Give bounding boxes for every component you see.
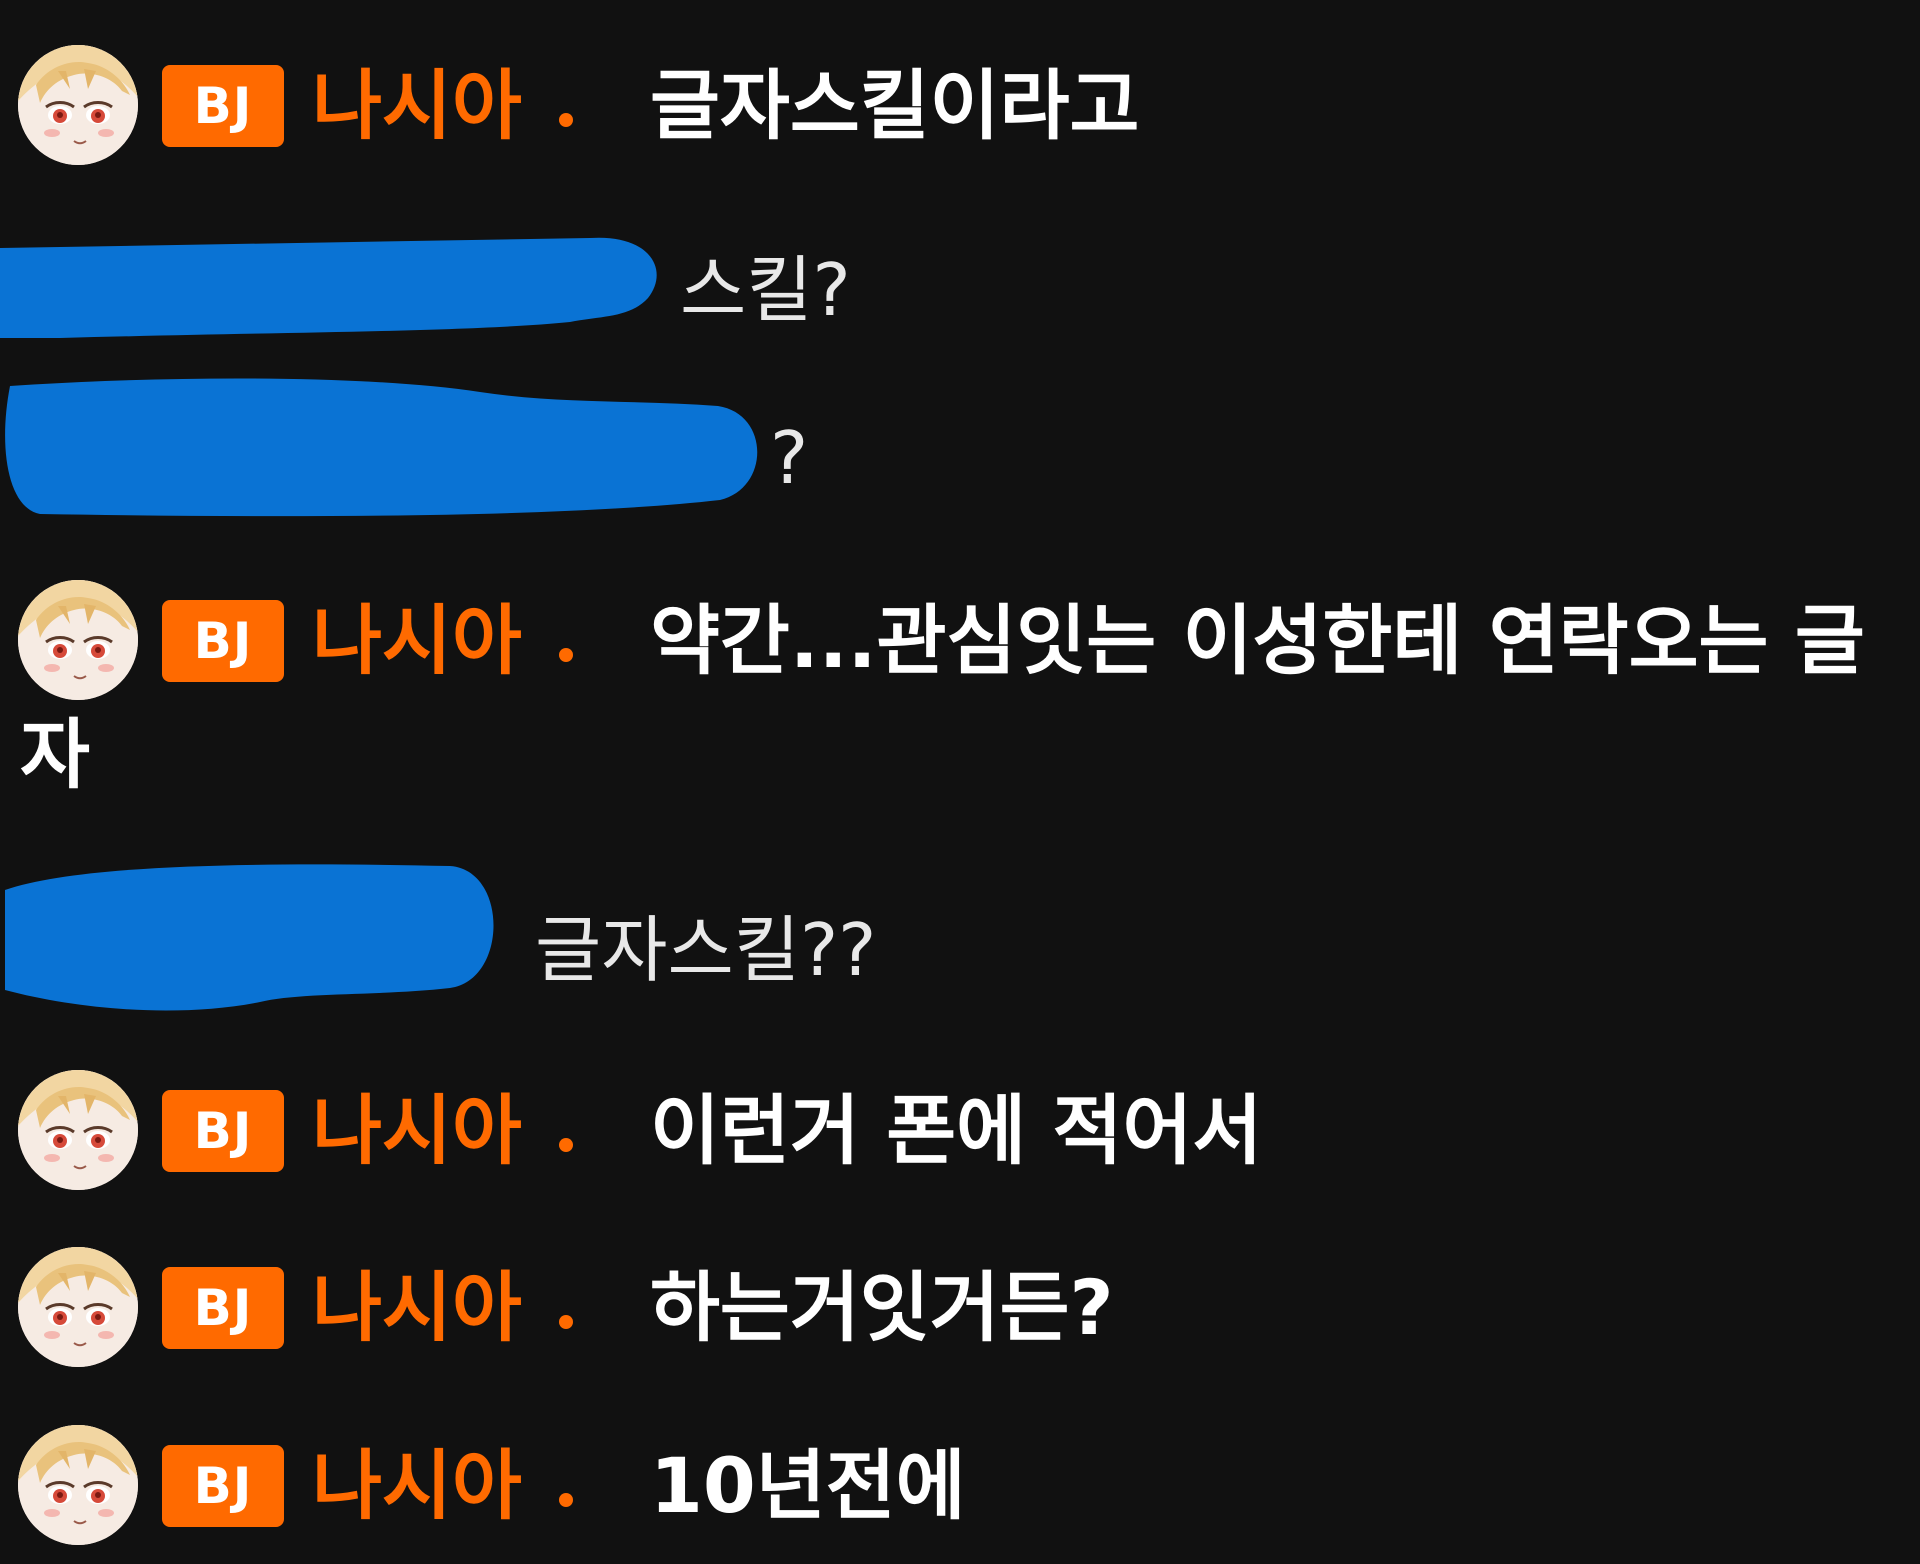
bj-badge: BJ bbox=[162, 1267, 284, 1349]
message-text: 10년전에 bbox=[650, 1441, 966, 1530]
message-text: 글자스킬?? bbox=[535, 908, 877, 992]
chat-message: 글자스킬?? bbox=[0, 860, 1920, 1020]
message-text: 스킬? bbox=[680, 248, 851, 332]
redacted-author bbox=[5, 378, 758, 517]
separator-dot bbox=[559, 1315, 573, 1329]
redacted-author bbox=[5, 864, 494, 1011]
author-name[interactable]: 나시아 bbox=[312, 1436, 522, 1536]
chat-message: ? bbox=[0, 378, 1920, 528]
message-text: ? bbox=[770, 416, 809, 500]
separator-dot bbox=[559, 1493, 573, 1507]
message-text: 이런거 폰에 적어서 bbox=[650, 1086, 1263, 1175]
separator-dot bbox=[559, 113, 573, 127]
bj-badge: BJ bbox=[162, 65, 284, 147]
chat-message: BJ 나시아 약간...관심잇는 이성한테 연락오는 글 자 bbox=[0, 575, 1920, 815]
message-text: 약간...관심잇는 이성한테 연락오는 글 bbox=[650, 596, 1865, 685]
message-text-continued: 자 bbox=[20, 710, 90, 799]
avatar[interactable] bbox=[18, 1247, 138, 1367]
author-name[interactable]: 나시아 bbox=[312, 591, 522, 691]
message-text: 하는거잇거든? bbox=[650, 1263, 1114, 1352]
chat-message: BJ 나시아 글자스킬이라고 bbox=[0, 40, 1920, 170]
separator-dot bbox=[559, 648, 573, 662]
chat-message: BJ 나시아 10년전에 bbox=[0, 1420, 1920, 1550]
author-name[interactable]: 나시아 bbox=[312, 1081, 522, 1181]
message-text: 글자스킬이라고 bbox=[650, 61, 1140, 150]
chat-log: BJ 나시아 글자스킬이라고 스킬? ? BJ 나시아 약간...관심잇는 이성… bbox=[0, 0, 1920, 1564]
author-name[interactable]: 나시아 bbox=[312, 1258, 522, 1358]
chat-message: BJ 나시아 이런거 폰에 적어서 bbox=[0, 1065, 1920, 1195]
bj-badge: BJ bbox=[162, 1090, 284, 1172]
avatar[interactable] bbox=[18, 1425, 138, 1545]
bj-badge: BJ bbox=[162, 1445, 284, 1527]
separator-dot bbox=[559, 1138, 573, 1152]
chat-message: BJ 나시아 하는거잇거든? bbox=[0, 1242, 1920, 1372]
redacted-author bbox=[0, 237, 657, 338]
avatar[interactable] bbox=[18, 1070, 138, 1190]
avatar[interactable] bbox=[18, 580, 138, 700]
avatar[interactable] bbox=[18, 45, 138, 165]
chat-message: 스킬? bbox=[0, 220, 1920, 350]
author-name[interactable]: 나시아 bbox=[312, 56, 522, 156]
bj-badge: BJ bbox=[162, 600, 284, 682]
